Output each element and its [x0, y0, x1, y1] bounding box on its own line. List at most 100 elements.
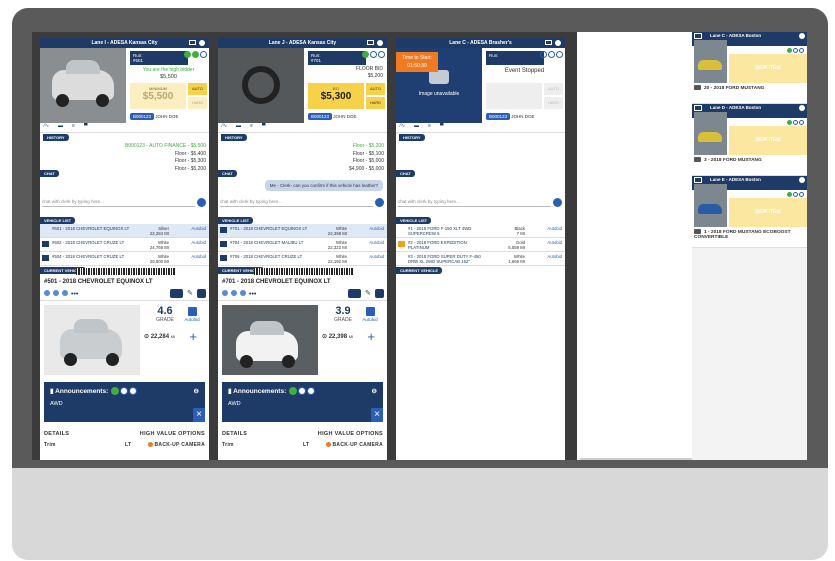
close-icon[interactable]: × — [193, 408, 205, 422]
message-icon[interactable]: ▬ — [58, 123, 63, 129]
message-icon[interactable] — [220, 255, 227, 261]
user-name[interactable]: JOHN DOE — [511, 114, 534, 119]
close-icon[interactable] — [555, 40, 561, 46]
autobid-link[interactable]: Autobid — [191, 240, 206, 245]
add-icon[interactable]: + — [189, 329, 197, 344]
autobid-link[interactable]: Autobid — [191, 254, 206, 259]
car-icon[interactable] — [348, 289, 361, 298]
hard-button[interactable]: HARD — [366, 97, 385, 109]
send-icon[interactable] — [553, 198, 562, 207]
message-icon[interactable]: ▬ — [236, 123, 241, 129]
autobid-link[interactable]: Autobid — [369, 254, 384, 259]
more-icon[interactable]: ••• — [249, 291, 256, 298]
photos-icon[interactable] — [53, 290, 59, 296]
message-icon[interactable] — [220, 227, 227, 233]
autobid-link[interactable]: Autobid — [369, 240, 384, 245]
message-icon[interactable] — [220, 241, 227, 247]
camera-icon[interactable] — [197, 289, 206, 298]
run-selector[interactable]: Run: #701 — [308, 51, 366, 65]
autobid-link[interactable]: Autobid — [369, 226, 384, 231]
camera-icon[interactable] — [375, 289, 384, 298]
vehicle-photo-unavailable: Image unavailable Time to Start: 01:50:3… — [396, 48, 482, 123]
car-icon[interactable] — [170, 289, 183, 298]
list-icon[interactable]: ≡ — [428, 123, 431, 129]
bid-button[interactable]: BID $5,300 — [308, 83, 364, 109]
vehicle-photo[interactable] — [218, 48, 304, 123]
user-name[interactable]: JOHN DOE — [333, 114, 356, 119]
vehicle-main-photo[interactable] — [222, 305, 318, 375]
list-item[interactable]: #2 - 2018 FORD EXPEDITION PLATINUM Gold 5,… — [396, 238, 565, 252]
activity-icon[interactable]: ⁄∿ — [44, 123, 49, 129]
list-item[interactable]: #502 - 2018 CHEVROLET CRUZE LT White 24,76… — [40, 238, 209, 252]
report-icon[interactable] — [62, 290, 68, 296]
link-icon[interactable]: ⊖ — [194, 387, 199, 395]
eye-icon[interactable] — [398, 227, 405, 233]
chat-icon[interactable] — [367, 40, 374, 45]
side-lane-card[interactable]: Lane C - ADESA Boston NEW ITEM 20 - 2018… — [692, 32, 807, 104]
list-item[interactable]: #701 - 2018 CHEVROLET EQUINOX LT White 22,… — [218, 224, 387, 238]
car-icon — [694, 229, 701, 234]
auto-button[interactable]: AUTO — [366, 83, 385, 95]
activity-icon[interactable]: ⁄∿ — [400, 123, 405, 129]
side-lane-card[interactable]: Lane D - ADESA Boston NEW ITEM 3 - 2018 … — [692, 104, 807, 176]
send-icon[interactable] — [197, 198, 206, 207]
wrench-icon[interactable]: ✎ — [365, 289, 373, 298]
chat-input[interactable]: chat with clerk by typing here... — [398, 199, 551, 207]
list-item[interactable]: #704 - 2018 CHEVROLET MALIBU LT White 22,3… — [218, 238, 387, 252]
photos-icon[interactable] — [231, 290, 237, 296]
chat-icon[interactable] — [545, 40, 552, 45]
chat-input[interactable]: chat with clerk by typing here... — [220, 199, 373, 207]
autobid-link[interactable]: Autobid — [547, 240, 562, 245]
list-item[interactable]: #1 - 2018 FORD F-150 XLT 4WD SUPERCREW 5… — [396, 224, 565, 238]
wrench-icon[interactable]: ✎ — [187, 289, 195, 298]
bidder-badge[interactable]: B000123 — [130, 113, 155, 120]
car-icon[interactable]: ▀ — [84, 123, 88, 129]
view-icon[interactable] — [222, 290, 228, 296]
autobid-label: Autobid — [362, 317, 378, 322]
close-icon[interactable]: × — [371, 408, 383, 422]
car-icon[interactable]: ▀ — [440, 123, 444, 129]
report-icon[interactable] — [240, 290, 246, 296]
eye-icon[interactable] — [42, 227, 49, 233]
autobid-button[interactable]: Autobid — [359, 307, 381, 322]
user-name[interactable]: JOHN DOE — [155, 114, 178, 119]
side-lane-card[interactable]: Lane E - ADESA Boston NEW ITEM 1 - 2018 … — [692, 176, 807, 248]
activity-icon[interactable]: ⁄∿ — [222, 123, 227, 129]
view-icon[interactable] — [44, 290, 50, 296]
autobid-link[interactable]: Autobid — [547, 226, 562, 231]
chat-input[interactable]: chat with clerk by typing here... — [42, 199, 195, 207]
car-icon[interactable]: ▀ — [262, 123, 266, 129]
autobid-link[interactable]: Autobid — [547, 254, 562, 259]
close-icon[interactable] — [377, 40, 383, 46]
autobid-link[interactable]: Autobid — [191, 226, 206, 231]
run-selector[interactable]: Run: — [486, 51, 544, 65]
vehicle-photo[interactable] — [40, 48, 126, 123]
send-icon[interactable] — [375, 198, 384, 207]
hard-button[interactable]: HARD — [188, 97, 207, 109]
list-item[interactable]: #706 - 2018 CHEVROLET CRUZE LT White 22,19… — [218, 252, 387, 266]
list-item[interactable]: #3 - 2018 FORD SUPER DUTY F-450 DRW XL 2… — [396, 252, 565, 266]
auto-button[interactable]: AUTO — [188, 83, 207, 95]
list-item[interactable]: #504 - 2018 CHEVROLET CRUZE LT White 29,80… — [40, 252, 209, 266]
bidder-badge[interactable]: B000123 — [486, 113, 511, 120]
close-icon[interactable] — [199, 40, 205, 46]
bidder-badge[interactable]: B000123 — [308, 113, 333, 120]
more-icon[interactable]: ••• — [71, 291, 78, 298]
message-icon[interactable]: ▬ — [414, 123, 419, 129]
list-item[interactable]: #501 - 2018 CHEVROLET EQUINOX LT Silver 22… — [40, 224, 209, 238]
vehicle-main-photo[interactable] — [44, 305, 140, 375]
message-icon[interactable] — [42, 255, 49, 261]
bid-console: Run: Event Stopped AUTO HARD — [484, 48, 565, 123]
add-icon[interactable]: + — [367, 329, 375, 344]
autobid-button[interactable]: Autobid — [181, 307, 203, 322]
status-dot — [129, 387, 138, 396]
flag-icon[interactable] — [398, 241, 405, 247]
list-icon[interactable]: ≡ — [250, 123, 253, 129]
eye-icon[interactable] — [398, 255, 405, 261]
bid-button[interactable]: MINIMUM $5,500 — [130, 83, 186, 109]
run-selector[interactable]: Run: #501 — [130, 51, 188, 65]
message-icon[interactable] — [42, 241, 49, 247]
chat-icon[interactable] — [189, 40, 196, 45]
link-icon[interactable]: ⊖ — [372, 387, 377, 395]
list-icon[interactable]: ≡ — [72, 123, 75, 129]
